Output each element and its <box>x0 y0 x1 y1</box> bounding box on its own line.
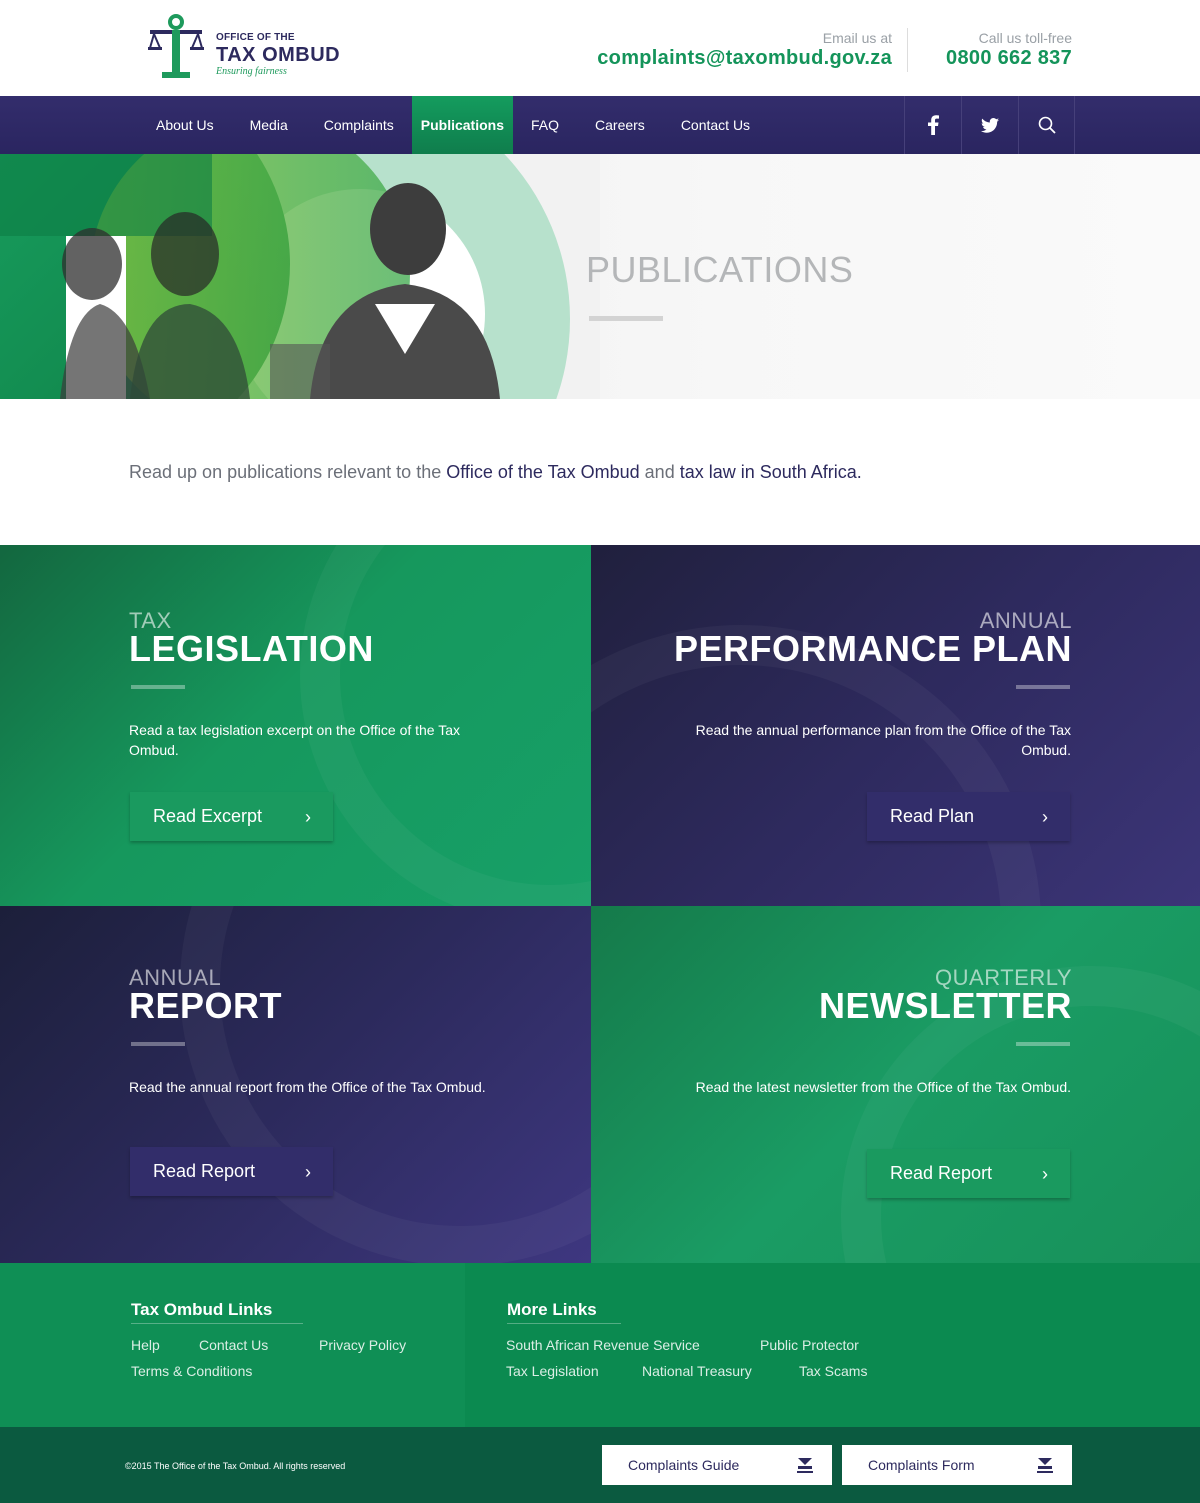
tile-tax-legislation: TAX LEGISLATION Read a tax legislation e… <box>0 545 591 906</box>
tile-title: NEWSLETTER <box>819 985 1072 1026</box>
chevron-right-icon: › <box>305 1161 311 1182</box>
intro-text: Read up on publications relevant to the … <box>129 460 862 484</box>
read-plan-button[interactable]: Read Plan › <box>867 792 1070 841</box>
site-logo[interactable]: OFFICE OF THE TAX OMBUD Ensuring fairnes… <box>148 14 348 82</box>
footer-link-public-protector[interactable]: Public Protector <box>760 1337 859 1353</box>
bottom-bar: ©2015 The Office of the Tax Ombud. All r… <box>0 1427 1200 1503</box>
intro-text-part1: Read up on publications relevant to the <box>129 462 447 482</box>
tile-title: LEGISLATION <box>129 628 374 669</box>
logo-tagline: Ensuring fairness <box>216 66 287 77</box>
footer-heading-underline <box>131 1323 303 1324</box>
page-title: PUBLICATIONS <box>586 249 854 290</box>
footer-link-help[interactable]: Help <box>131 1337 160 1353</box>
nav-item-careers[interactable]: Careers <box>577 96 663 154</box>
footer-link-contact-us[interactable]: Contact Us <box>199 1337 268 1353</box>
scales-logo-icon <box>148 14 204 78</box>
search-icon[interactable] <box>1018 96 1075 154</box>
tile-description: Read the annual performance plan from th… <box>695 722 1071 758</box>
chevron-right-icon: › <box>1042 806 1048 827</box>
phone-label: Call us toll-free <box>978 30 1072 46</box>
title-underline <box>589 316 663 321</box>
tile-description: Read a tax legislation excerpt on the Of… <box>129 722 461 758</box>
button-label: Read Excerpt <box>153 806 263 826</box>
logo-line2: TAX OMBUD <box>216 44 341 66</box>
nav-item-contact-us[interactable]: Contact Us <box>663 96 768 154</box>
footer-link-sars[interactable]: South African Revenue Service <box>506 1337 700 1353</box>
intro-link-office[interactable]: Office of the Tax Ombud <box>446 462 639 482</box>
nav-item-faq[interactable]: FAQ <box>513 96 577 154</box>
tile-rule <box>1016 1042 1070 1046</box>
tile-rule <box>131 685 185 689</box>
intro-link-tax-law[interactable]: tax law in South Africa. <box>680 462 862 482</box>
nav-item-complaints[interactable]: Complaints <box>306 96 412 154</box>
footer-heading-underline <box>507 1323 621 1324</box>
tile-rule <box>1016 685 1070 689</box>
footer-link-terms[interactable]: Terms & Conditions <box>131 1363 252 1379</box>
nav-icons <box>904 96 1075 154</box>
nav-item-publications[interactable]: Publications <box>411 96 513 154</box>
download-icon <box>796 1456 814 1474</box>
phone-link[interactable]: 0800 662 837 <box>946 46 1072 70</box>
footer-heading-tax-ombud-links: Tax Ombud Links <box>131 1300 273 1319</box>
tile-description: Read the latest newsletter from the Offi… <box>695 1079 1071 1095</box>
footer-link-privacy-policy[interactable]: Privacy Policy <box>319 1337 406 1353</box>
chevron-right-icon: › <box>1042 1163 1048 1184</box>
twitter-icon[interactable] <box>961 96 1018 154</box>
site-header: OFFICE OF THE TAX OMBUD Ensuring fairnes… <box>0 0 1200 96</box>
download-icon <box>1036 1456 1054 1474</box>
tile-annual-report: ANNUAL REPORT Read the annual report fro… <box>0 906 591 1263</box>
nav-item-about-us[interactable]: About Us <box>138 96 232 154</box>
footer-heading-more-links: More Links <box>507 1300 597 1319</box>
intro-text-part2: and <box>639 462 680 482</box>
hero-banner: PUBLICATIONS <box>0 154 1200 399</box>
button-label: Complaints Guide <box>628 1457 740 1473</box>
tile-performance-plan: ANNUAL PERFORMANCE PLAN Read the annual … <box>591 545 1200 906</box>
tile-title: PERFORMANCE PLAN <box>673 628 1072 669</box>
main-nav: About Us Media Complaints Publications F… <box>0 96 1200 154</box>
footer-links: Tax Ombud Links Help Contact Us Privacy … <box>0 1263 1200 1427</box>
read-newsletter-button[interactable]: Read Report › <box>867 1149 1070 1198</box>
email-label: Email us at <box>822 30 892 46</box>
logo-line1: OFFICE OF THE <box>216 32 295 43</box>
nav-items: About Us Media Complaints Publications F… <box>138 96 768 154</box>
read-report-button[interactable]: Read Report › <box>130 1147 333 1196</box>
phone-contact: Call us toll-free 0800 662 837 <box>946 30 1072 70</box>
footer-link-national-treasury[interactable]: National Treasury <box>642 1363 752 1379</box>
hero-people-image <box>0 154 600 399</box>
nav-item-media[interactable]: Media <box>232 96 306 154</box>
button-label: Read Report <box>890 1163 993 1183</box>
tile-quarterly-newsletter: QUARTERLY NEWSLETTER Read the latest new… <box>591 906 1200 1263</box>
tile-description: Read the annual report from the Office o… <box>129 1079 486 1095</box>
complaints-form-button[interactable]: Complaints Form <box>842 1445 1072 1485</box>
email-contact: Email us at complaints@taxombud.gov.za <box>597 30 892 70</box>
tile-rule <box>131 1042 185 1046</box>
footer-link-tax-scams[interactable]: Tax Scams <box>799 1363 867 1379</box>
tile-title: REPORT <box>129 985 283 1026</box>
chevron-right-icon: › <box>305 806 311 827</box>
email-link[interactable]: complaints@taxombud.gov.za <box>597 46 892 70</box>
read-excerpt-button[interactable]: Read Excerpt › <box>130 792 333 841</box>
button-label: Read Plan <box>890 806 975 826</box>
button-label: Read Report <box>153 1161 256 1181</box>
button-label: Complaints Form <box>868 1457 975 1473</box>
facebook-icon[interactable] <box>904 96 961 154</box>
contact-divider <box>907 28 908 72</box>
complaints-guide-button[interactable]: Complaints Guide <box>602 1445 832 1485</box>
copyright-text: ©2015 The Office of the Tax Ombud. All r… <box>125 1461 346 1471</box>
logo-wordmark: OFFICE OF THE TAX OMBUD Ensuring fairnes… <box>216 32 340 78</box>
footer-link-tax-legislation[interactable]: Tax Legislation <box>506 1363 599 1379</box>
